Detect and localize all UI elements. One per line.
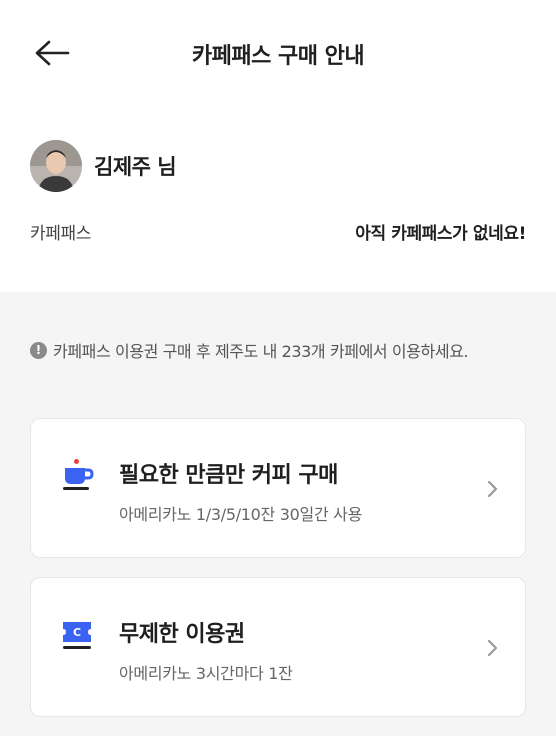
avatar	[30, 140, 82, 192]
pass-status-row: 카페패스 아직 카페패스가 없네요!	[30, 218, 526, 244]
notice: ! 카페패스 이용권 구매 후 제주도 내 233개 카페에서 이용하세요.	[30, 338, 490, 366]
notice-text: 카페패스 이용권 구매 후 제주도 내 233개 카페에서 이용하세요.	[53, 342, 469, 361]
option-title: 무제한 이용권	[119, 622, 245, 647]
pass-status: 아직 카페패스가 없네요!	[355, 223, 526, 244]
user-name: 김제주 님	[94, 155, 177, 179]
option-title: 필요한 만큼만 커피 구매	[119, 463, 338, 488]
pass-label: 카페패스	[30, 223, 91, 244]
chevron-right-icon	[487, 480, 498, 498]
coffee-cup-icon	[63, 459, 94, 490]
chevron-right-icon	[487, 639, 498, 657]
user-profile: 김제주 님	[30, 140, 177, 192]
option-subtitle: 아메리카노 1/3/5/10잔 30일간 사용	[119, 505, 362, 524]
info-icon: !	[30, 342, 47, 359]
ticket-icon: C	[63, 622, 91, 649]
app-header: 카페패스 구매 안내	[0, 0, 556, 104]
option-card-coffee-purchase[interactable]: 필요한 만큼만 커피 구매 아메리카노 1/3/5/10잔 30일간 사용	[30, 418, 526, 558]
page-title: 카페패스 구매 안내	[191, 44, 365, 69]
option-card-unlimited-pass[interactable]: C 무제한 이용권 아메리카노 3시간마다 1잔	[30, 577, 526, 717]
option-subtitle: 아메리카노 3시간마다 1잔	[119, 664, 293, 683]
top-section: 카페패스 구매 안내 김제주 님 카페패스 아직 카페패스가 없네요!	[0, 0, 556, 292]
svg-text:C: C	[73, 626, 81, 639]
